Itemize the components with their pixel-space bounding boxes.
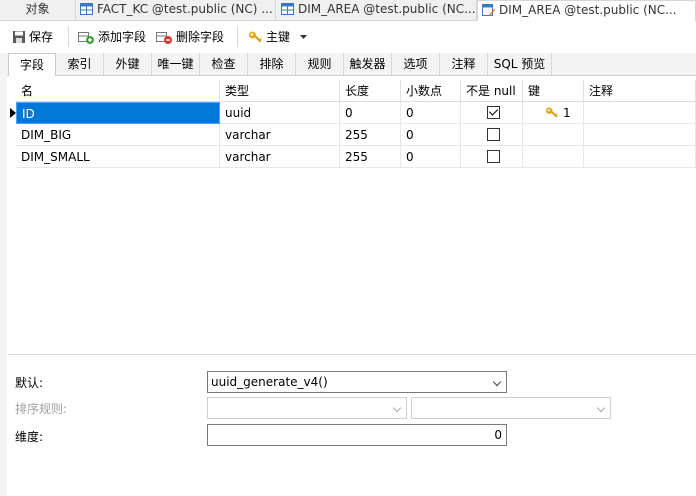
cell-length[interactable]: 255 <box>340 146 401 168</box>
default-select[interactable]: uuid_generate_v4() <box>207 371 507 393</box>
tab-label: 选项 <box>403 57 428 71</box>
tab-label: 注释 <box>451 57 476 71</box>
tab-label: 外键 <box>115 57 140 71</box>
tab-fact-kc[interactable]: FACT_KC @test.public (NC) ... <box>76 0 276 20</box>
chevron-down-icon <box>392 403 402 413</box>
collation-label: 排序规则: <box>15 402 68 416</box>
delete-field-label: 删除字段 <box>176 30 225 44</box>
tab-label: 检查 <box>211 57 236 71</box>
column-header-name[interactable]: 名 <box>16 80 220 102</box>
cell-length[interactable]: 255 <box>340 124 401 146</box>
tab-objects[interactable]: 对象 <box>0 0 76 20</box>
tab-label: 唯一键 <box>157 57 194 71</box>
cell-not-null[interactable] <box>461 146 523 168</box>
save-label: 保存 <box>29 30 54 44</box>
dimension-label: 维度: <box>15 430 44 444</box>
tab-label: 排除 <box>259 57 284 71</box>
column-header-decimals[interactable]: 小数点 <box>401 80 461 102</box>
tab-label: DIM_AREA @test.public (NC... <box>298 2 476 16</box>
toolbar-divider <box>237 27 238 47</box>
cell-type[interactable]: varchar <box>220 146 340 168</box>
cell-decimals[interactable]: 0 <box>401 102 461 124</box>
primary-key-button[interactable]: 主键 <box>248 28 307 46</box>
column-header-comment[interactable]: 注释 <box>584 80 696 102</box>
tab-checks[interactable]: 检查 <box>200 53 248 75</box>
dimension-value: 0 <box>494 428 502 442</box>
not-null-checkbox[interactable] <box>487 128 500 141</box>
cell-name[interactable]: DIM_SMALL <box>16 146 220 168</box>
add-field-icon <box>78 32 94 44</box>
dropdown-arrow-icon <box>299 35 307 39</box>
designer-tabs: 字段 索引 外键 唯一键 检查 排除 规则 触发器 选项 注释 SQL 预览 <box>0 53 696 76</box>
cell-key[interactable] <box>523 146 584 168</box>
document-tab-bar: 对象 FACT_KC @test.public (NC) ... DIM_ARE… <box>0 0 696 21</box>
add-field-button[interactable]: 添加字段 <box>78 28 146 46</box>
tab-excludes[interactable]: 排除 <box>248 53 296 75</box>
tab-label: 索引 <box>67 57 92 71</box>
key-icon <box>249 31 262 43</box>
cell-comment[interactable] <box>584 102 696 124</box>
column-header-length[interactable]: 长度 <box>340 80 401 102</box>
toolbar: 保存 添加字段 删除字段 主键 <box>0 21 696 54</box>
column-header-type[interactable]: 类型 <box>220 80 340 102</box>
tab-foreign-keys[interactable]: 外键 <box>104 53 152 75</box>
tab-fields[interactable]: 字段 <box>8 53 56 76</box>
cell-decimals[interactable]: 0 <box>401 124 461 146</box>
tab-indexes[interactable]: 索引 <box>56 53 104 75</box>
column-header-not-null[interactable]: 不是 null <box>461 80 523 102</box>
default-label: 默认: <box>15 376 44 390</box>
tab-comment[interactable]: 注释 <box>440 53 488 75</box>
add-field-label: 添加字段 <box>98 30 147 44</box>
cell-name[interactable]: ID <box>16 102 220 124</box>
tab-label: FACT_KC @test.public (NC) ... <box>97 2 273 16</box>
cell-not-null[interactable] <box>461 124 523 146</box>
delete-field-button[interactable]: 删除字段 <box>156 28 224 46</box>
key-icon <box>545 107 558 118</box>
cell-comment[interactable] <box>584 124 696 146</box>
tab-unique-keys[interactable]: 唯一键 <box>152 53 200 75</box>
chevron-down-icon <box>596 403 606 413</box>
not-null-checkbox[interactable] <box>487 106 500 119</box>
primary-key-label: 主键 <box>266 30 291 44</box>
table-design-icon <box>482 4 495 16</box>
cell-not-null[interactable] <box>461 102 523 124</box>
table-icon <box>80 3 93 15</box>
delete-field-icon <box>156 32 172 44</box>
tab-label: 触发器 <box>349 57 386 71</box>
dimension-input[interactable]: 0 <box>207 424 507 446</box>
collation-schema-select[interactable] <box>207 397 407 419</box>
tab-triggers[interactable]: 触发器 <box>344 53 392 75</box>
key-order: 1 <box>563 106 571 120</box>
cell-comment[interactable] <box>584 146 696 168</box>
cell-key[interactable] <box>523 124 584 146</box>
cell-name[interactable]: DIM_BIG <box>16 124 220 146</box>
cell-type[interactable]: uuid <box>220 102 340 124</box>
tab-rules[interactable]: 规则 <box>296 53 344 75</box>
save-icon <box>13 31 25 43</box>
cell-type[interactable]: varchar <box>220 124 340 146</box>
fields-grid: 名 类型 长度 小数点 不是 null 键 注释 ID uuid 0 0 1 D… <box>8 80 696 350</box>
collation-name-select[interactable] <box>411 397 611 419</box>
tab-dim-area-1[interactable]: DIM_AREA @test.public (NC... <box>277 0 477 20</box>
tab-sql-preview[interactable]: SQL 预览 <box>488 53 552 75</box>
panel-divider <box>8 354 696 355</box>
tab-options[interactable]: 选项 <box>392 53 440 75</box>
tab-label: SQL 预览 <box>493 57 546 71</box>
tab-dim-area-active[interactable]: DIM_AREA @test.public (NC... <box>477 0 696 21</box>
save-button[interactable]: 保存 <box>12 28 53 46</box>
not-null-checkbox[interactable] <box>487 150 500 163</box>
cell-key[interactable]: 1 <box>523 102 584 124</box>
left-gutter <box>0 75 7 496</box>
cell-decimals[interactable]: 0 <box>401 146 461 168</box>
tab-label: 对象 <box>25 2 50 16</box>
toolbar-divider <box>68 27 69 47</box>
table-icon <box>281 3 294 15</box>
default-value: uuid_generate_v4() <box>211 375 328 389</box>
column-header-key[interactable]: 键 <box>523 80 584 102</box>
tab-label: 规则 <box>307 57 332 71</box>
cell-length[interactable]: 0 <box>340 102 401 124</box>
chevron-down-icon <box>492 377 502 387</box>
tab-label: 字段 <box>19 58 44 72</box>
tab-label: DIM_AREA @test.public (NC... <box>499 3 677 17</box>
